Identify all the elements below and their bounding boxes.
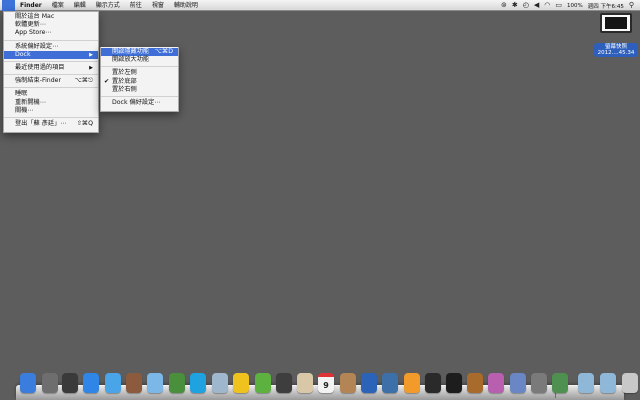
- menu-item-shutdown[interactable]: 關機⋯: [4, 107, 98, 115]
- applications-folder-icon[interactable]: [578, 373, 594, 393]
- menu-item-system-preferences[interactable]: 系統偏好設定⋯: [4, 43, 98, 51]
- calendar-day: 9: [323, 380, 329, 390]
- battery-icon[interactable]: ▭: [555, 0, 562, 11]
- headphone-icon[interactable]: ⊚: [501, 0, 507, 11]
- timemachine-icon[interactable]: ◴: [523, 0, 529, 11]
- battery-percent: 100%: [567, 2, 583, 9]
- image-viewer-icon[interactable]: [425, 373, 441, 393]
- menu-item-restart[interactable]: 重新開機⋯: [4, 99, 98, 107]
- submenu-arrow-icon: ▶: [89, 51, 93, 58]
- photos-app-icon[interactable]: [467, 373, 483, 393]
- terminal-icon[interactable]: [446, 373, 462, 393]
- menu-item-dock-preferences[interactable]: Dock 偏好設定⋯: [101, 99, 178, 107]
- menu-item-position-left[interactable]: 置於左側: [101, 69, 178, 77]
- menu-item-logout[interactable]: 登出「蘇 彥廷」⋯ ⇧⌘Q: [4, 120, 98, 128]
- screenshot-file-icon[interactable]: [600, 13, 632, 33]
- launchpad-icon[interactable]: [42, 373, 58, 393]
- textedit-icon[interactable]: [297, 373, 313, 393]
- menu-edit[interactable]: 編輯: [69, 0, 91, 11]
- app-store-icon[interactable]: [83, 373, 99, 393]
- trash-icon[interactable]: [622, 373, 638, 393]
- apple-menu-button[interactable]: [2, 0, 15, 11]
- safari-icon[interactable]: [105, 373, 121, 393]
- downloads-folder-icon[interactable]: [600, 373, 616, 393]
- quicktime-icon[interactable]: [361, 373, 377, 393]
- duck-app-icon[interactable]: [233, 373, 249, 393]
- dock-submenu: 開啟隱藏功能 ⌥⌘D 開啟放大功能 置於左側 ✔ 置於底部 置於右側 Dock 偏好…: [100, 47, 179, 112]
- volume-icon[interactable]: ◀: [534, 0, 539, 11]
- xcode-icon[interactable]: [510, 373, 526, 393]
- dock: 9: [20, 373, 638, 395]
- bluetooth-icon[interactable]: ✱: [512, 0, 518, 11]
- menu-file[interactable]: 檔案: [47, 0, 69, 11]
- menu-item-position-bottom[interactable]: ✔ 置於底部: [101, 78, 178, 86]
- itunes-icon[interactable]: [147, 373, 163, 393]
- mission-control-icon[interactable]: [62, 373, 78, 393]
- menu-separator: [4, 60, 98, 62]
- smiley-app-icon[interactable]: [404, 373, 420, 393]
- menu-finder[interactable]: Finder: [15, 0, 47, 11]
- status-area: ⊚ ✱ ◴ ◀ ◠ ▭ 100% 週四 下午6:45 ⚲: [501, 0, 634, 11]
- finder-icon[interactable]: [20, 373, 36, 393]
- menu-separator: [101, 66, 178, 68]
- clock[interactable]: 週四 下午6:45: [588, 2, 624, 10]
- menu-item-about-mac[interactable]: 關於這台 Mac: [4, 13, 98, 21]
- menu-separator: [4, 39, 98, 41]
- menu-item-turn-magnification-on[interactable]: 開啟放大功能: [101, 56, 178, 64]
- menu-bar: Finder 檔案 編輯 顯示方式 前往 視窗 輔助說明 ⊚ ✱ ◴ ◀ ◠ ▭…: [0, 0, 640, 11]
- menu-view[interactable]: 顯示方式: [91, 0, 125, 11]
- wifi-icon[interactable]: ◠: [544, 0, 550, 11]
- menu-help[interactable]: 輔助說明: [169, 0, 203, 11]
- system-preferences-icon[interactable]: [531, 373, 547, 393]
- calendar-icon[interactable]: 9: [318, 373, 334, 393]
- utorrent-icon[interactable]: [255, 373, 271, 393]
- search-icon[interactable]: ⚲: [629, 0, 634, 11]
- photo-booth-icon[interactable]: [126, 373, 142, 393]
- menu-item-force-quit[interactable]: 強制結束-Finder ⌥⌘⎋: [4, 77, 98, 85]
- apple-menu: 關於這台 Mac 軟體更新⋯ App Store⋯ 系統偏好設定⋯ Dock ▶ …: [3, 11, 99, 133]
- menu-item-recent-items[interactable]: 最近使用過的項目 ▶: [4, 64, 98, 72]
- menu-item-dock[interactable]: Dock ▶: [4, 50, 98, 59]
- submenu-arrow-icon: ▶: [89, 64, 93, 71]
- address-book-icon[interactable]: [340, 373, 356, 393]
- checkmark-icon: ✔: [104, 77, 110, 85]
- menu-go[interactable]: 前往: [125, 0, 147, 11]
- preview-icon[interactable]: [212, 373, 228, 393]
- skype-icon[interactable]: [190, 373, 206, 393]
- menu-separator: [4, 74, 98, 76]
- desktop-file-label[interactable]: 螢幕快照 2012....45.34: [594, 43, 638, 57]
- dashboard-icon[interactable]: [488, 373, 504, 393]
- menu-item-turn-hiding-on[interactable]: 開啟隱藏功能 ⌥⌘D: [101, 48, 178, 57]
- menu-window[interactable]: 視窗: [147, 0, 169, 11]
- menu-separator: [101, 95, 178, 97]
- menu-item-app-store[interactable]: App Store⋯: [4, 29, 98, 37]
- alien-app-icon[interactable]: [169, 373, 185, 393]
- screen-icon[interactable]: [382, 373, 398, 393]
- menu-item-sleep[interactable]: 睡眠: [4, 90, 98, 98]
- menu-separator: [4, 116, 98, 118]
- menu-item-position-right[interactable]: 置於右側: [101, 86, 178, 94]
- menu-item-software-update[interactable]: 軟體更新⋯: [4, 21, 98, 29]
- menu-separator: [4, 87, 98, 89]
- evernote-icon[interactable]: [276, 373, 292, 393]
- activity-icon[interactable]: [552, 373, 568, 393]
